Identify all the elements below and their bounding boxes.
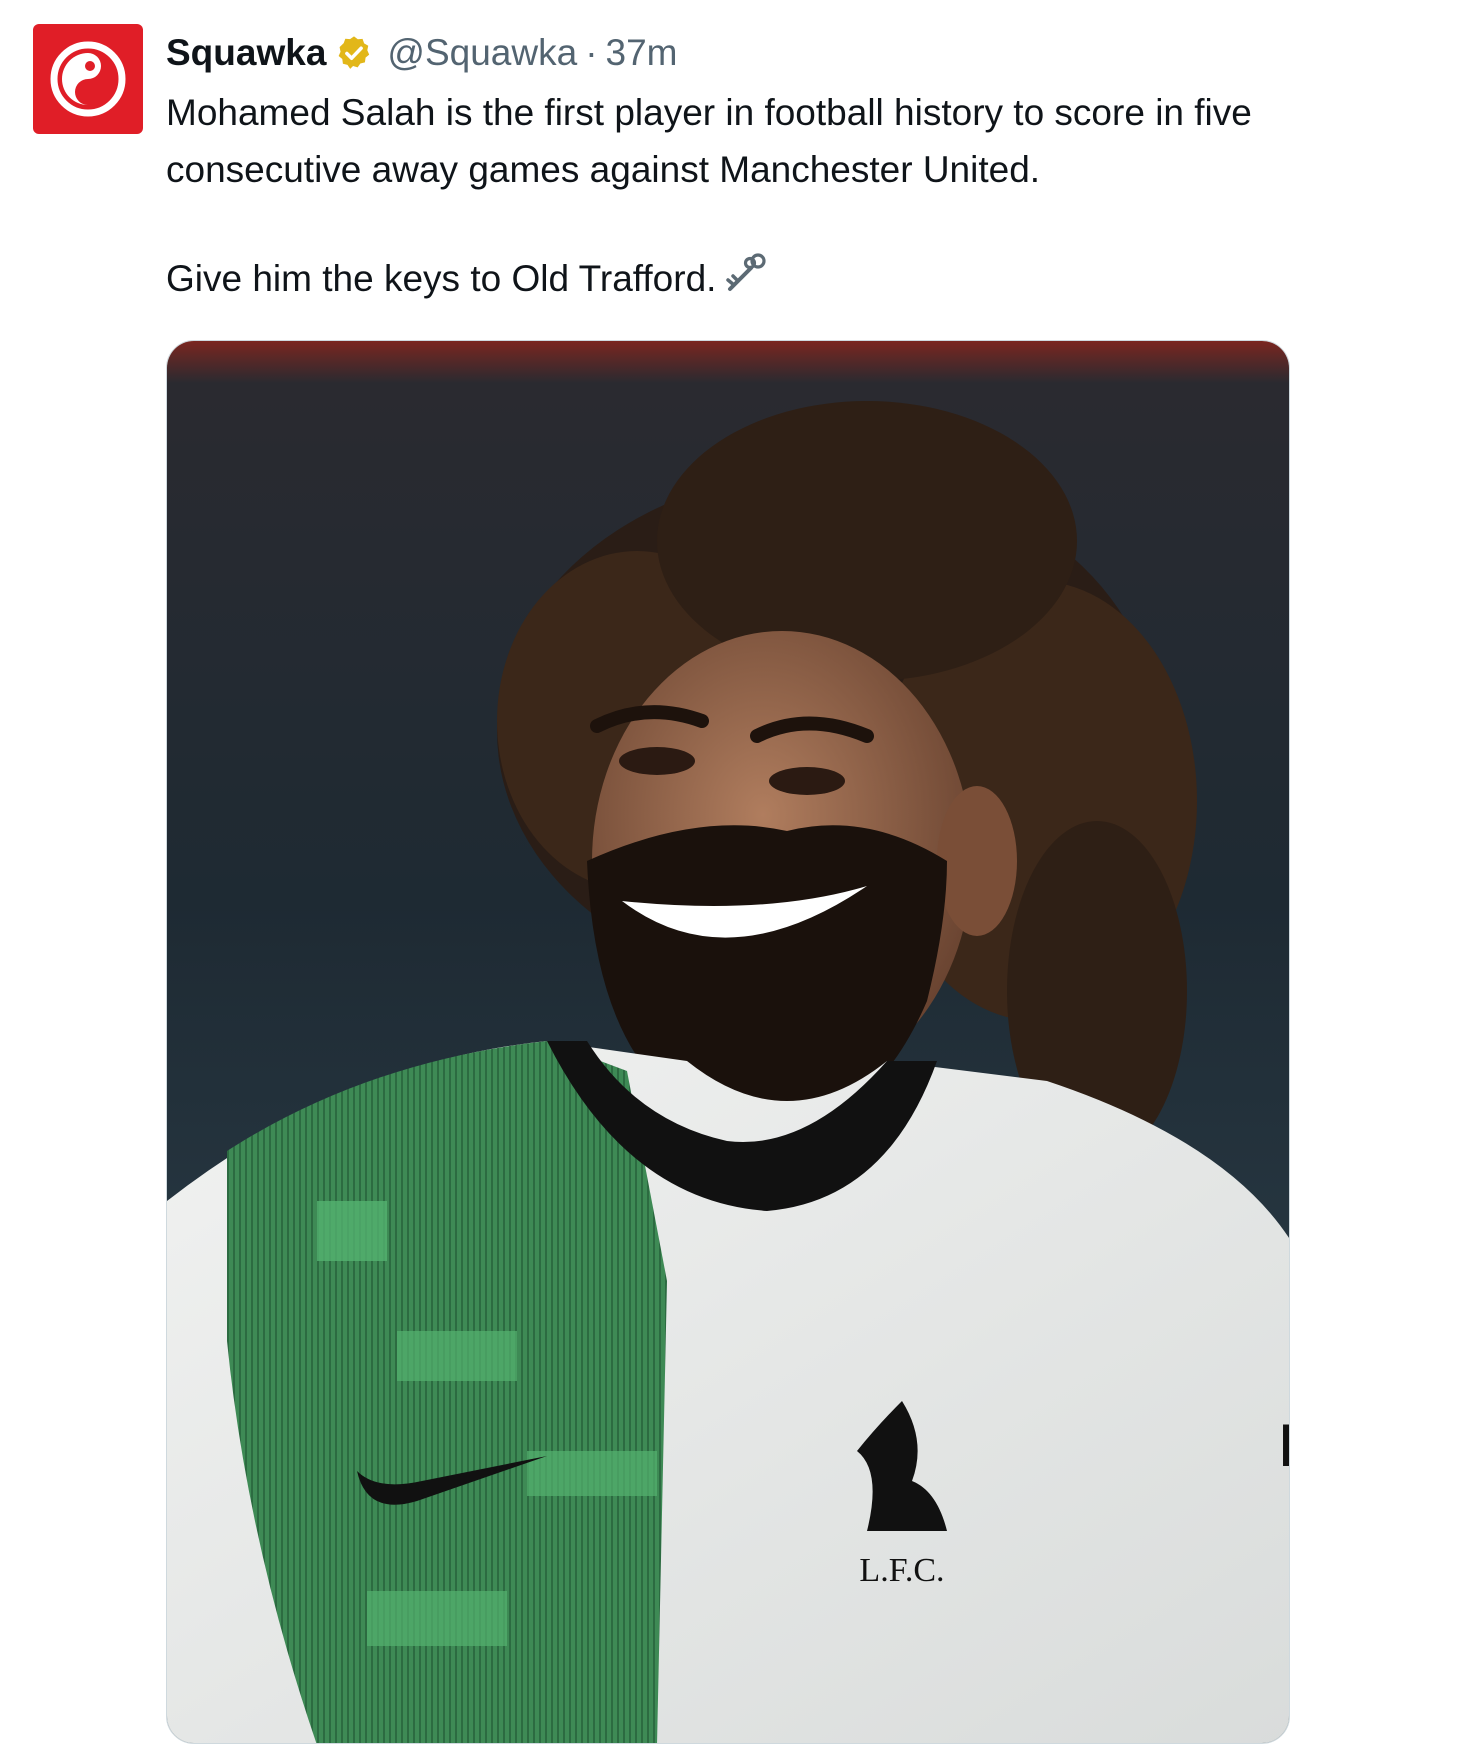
separator-dot: · — [585, 32, 598, 73]
sponsor-letter: E — [1279, 1412, 1290, 1479]
tweet-text: Mohamed Salah is the first player in foo… — [166, 84, 1436, 310]
player-photo: L.F.C. E — [167, 341, 1290, 1743]
old-key-emoji-icon — [722, 252, 768, 310]
tweet-text-line-2-wrap: Give him the keys to Old Trafford. — [166, 250, 1436, 310]
tweet-photo[interactable]: L.F.C. E — [166, 340, 1290, 1744]
crest-text: L.F.C. — [859, 1552, 944, 1589]
tweet-header: Squawka @Squawka · 37m — [166, 28, 678, 78]
avatar[interactable] — [33, 24, 143, 134]
tweet-text-line-2: Give him the keys to Old Trafford. — [166, 258, 717, 299]
tweet-card[interactable]: Squawka @Squawka · 37m Mohamed Salah is … — [0, 0, 1460, 1751]
display-name[interactable]: Squawka — [166, 32, 326, 74]
handle[interactable]: @Squawka — [387, 32, 577, 74]
timestamp[interactable]: 37m — [606, 32, 678, 74]
tweet-text-line-1: Mohamed Salah is the first player in foo… — [166, 92, 1252, 190]
verified-badge-icon[interactable] — [335, 34, 373, 72]
squawka-logo-icon — [50, 41, 126, 117]
